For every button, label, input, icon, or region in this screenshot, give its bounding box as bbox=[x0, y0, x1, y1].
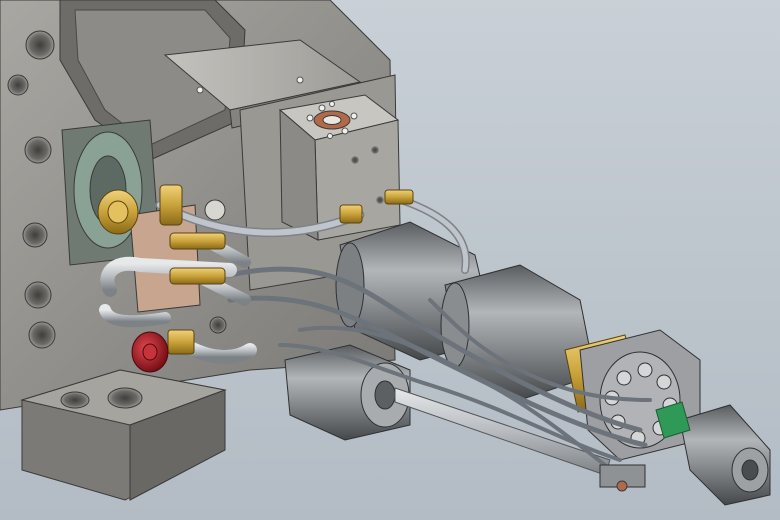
sensor-bracket[interactable] bbox=[599, 464, 646, 492]
red-valve-knob[interactable] bbox=[131, 331, 169, 373]
cad-assembly-render bbox=[0, 0, 771, 506]
cad-viewport[interactable] bbox=[0, 0, 780, 520]
brass-valve-knob[interactable] bbox=[97, 189, 139, 235]
actuator-cylinder[interactable] bbox=[335, 221, 771, 506]
